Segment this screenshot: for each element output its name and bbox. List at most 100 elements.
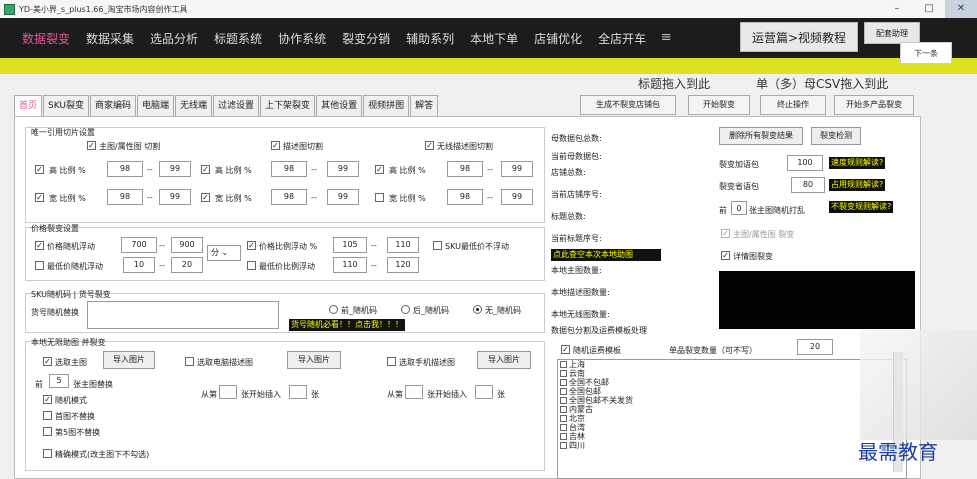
list-item[interactable]: 内蒙古 — [558, 405, 906, 414]
sku-code-input[interactable] — [87, 301, 279, 329]
nav-item-collab-system[interactable]: 协作系统 — [270, 30, 334, 47]
gen-shop-package-button[interactable]: 生成不裂变店铺包 — [580, 95, 676, 115]
list-item[interactable]: 台湾 — [558, 423, 906, 432]
main-high-high-input[interactable]: 99 — [159, 161, 191, 177]
import-pc-desc-button[interactable]: 导入图片 — [287, 351, 341, 369]
sku-code-warning-link[interactable]: 货号随机必看！！点击我！！！ — [289, 319, 405, 331]
tab-wireless[interactable]: 无线端 — [175, 95, 213, 117]
stop-button[interactable]: 终止操作 — [760, 95, 826, 115]
min-price-random-max-input[interactable]: 20 — [171, 257, 203, 273]
start-split-button[interactable]: 开始裂变 — [688, 95, 750, 115]
opt-none-radio[interactable] — [473, 305, 482, 314]
first-no-replace-checkbox[interactable] — [43, 411, 52, 420]
csv-drop-hint[interactable]: 单（多）母CSV拖入到此 — [756, 75, 888, 92]
tab-other-settings[interactable]: 其他设置 — [316, 95, 363, 117]
nav-item-local-order[interactable]: 本地下单 — [462, 30, 526, 47]
pc-from-input[interactable] — [219, 385, 237, 399]
view-local-images-link[interactable]: 点此查空本次本地助图 — [551, 249, 661, 261]
pick-pc-desc-checkbox[interactable] — [185, 357, 194, 366]
nosplit-rule-link[interactable]: 不裂变规则解读? — [829, 201, 894, 213]
mobile-insert-count-input[interactable] — [475, 385, 493, 399]
min-price-random-min-input[interactable]: 10 — [123, 257, 155, 273]
wireless-cut-checkbox[interactable]: ✓ — [425, 141, 434, 150]
breadcrumb[interactable]: 运营篇>视频教程 — [740, 22, 858, 52]
tab-video-collage[interactable]: 视频拼图 — [363, 95, 410, 117]
main-wide-high-input[interactable]: 99 — [159, 189, 191, 205]
add-pkg-input[interactable]: 100 — [787, 155, 823, 171]
pick-mobile-desc-checkbox[interactable] — [387, 357, 396, 366]
help-button[interactable]: 配套助理 — [864, 22, 920, 44]
next-button[interactable]: 下一条 — [900, 42, 952, 64]
single-split-count-input[interactable]: 20 — [797, 339, 833, 355]
nav-item-aux-series[interactable]: 辅助系列 — [398, 30, 462, 47]
wireless-wide-checkbox[interactable] — [375, 193, 384, 202]
min-price-ratio-max-input[interactable]: 120 — [387, 257, 419, 273]
desc-wide-checkbox[interactable]: ✓ — [201, 193, 210, 202]
opt-back-radio[interactable] — [401, 305, 410, 314]
wireless-wide-low-input[interactable]: 98 — [447, 189, 483, 205]
list-item[interactable]: 上海 — [558, 360, 906, 369]
wireless-wide-high-input[interactable]: 99 — [501, 189, 533, 205]
pick-main-checkbox[interactable]: ✓ — [43, 357, 52, 366]
list-item[interactable]: 全国包邮不关发货 — [558, 396, 906, 405]
main-cut-checkbox[interactable]: ✓ — [87, 141, 96, 150]
close-button[interactable]: ✕ — [945, 0, 977, 18]
region-checkbox[interactable] — [560, 361, 567, 368]
main-high-low-input[interactable]: 98 — [107, 161, 143, 177]
list-item[interactable]: 北京 — [558, 414, 906, 423]
region-checkbox[interactable] — [560, 370, 567, 377]
import-mobile-desc-button[interactable]: 导入图片 — [477, 351, 531, 369]
front-random-input[interactable]: 0 — [731, 201, 747, 215]
tab-pc[interactable]: 电脑端 — [137, 95, 175, 117]
precise-mode-checkbox[interactable] — [43, 449, 52, 458]
price-random-checkbox[interactable]: ✓ — [35, 241, 44, 250]
region-list[interactable]: 上海 云南 全国不包邮 全国包邮 全国包邮不关发货 内蒙古 北京 台湾 吉林 四… — [557, 359, 907, 479]
tab-shelf-split[interactable]: 上下架裂变 — [260, 95, 316, 117]
desc-wide-high-input[interactable]: 99 — [327, 189, 359, 205]
random-template-checkbox[interactable]: ✓ — [561, 345, 570, 354]
main-wide-checkbox[interactable]: ✓ — [35, 193, 44, 202]
nav-item-shop-launch[interactable]: 全店开车 — [590, 30, 654, 47]
main-wide-low-input[interactable]: 98 — [107, 189, 143, 205]
main-high-checkbox[interactable]: ✓ — [35, 165, 44, 174]
price-random-max-input[interactable]: 900 — [171, 237, 203, 253]
price-ratio-max-input[interactable]: 110 — [387, 237, 419, 253]
delete-results-button[interactable]: 删除所有裂变结果 — [719, 127, 803, 145]
region-checkbox[interactable] — [560, 388, 567, 395]
list-item[interactable]: 四川 — [558, 441, 906, 450]
desc-high-checkbox[interactable]: ✓ — [201, 165, 210, 174]
min-price-ratio-min-input[interactable]: 110 — [333, 257, 367, 273]
title-drop-hint[interactable]: 标题拖入到此 — [638, 75, 710, 92]
price-random-min-input[interactable]: 700 — [121, 237, 157, 253]
desc-cut-checkbox[interactable]: ✓ — [271, 141, 280, 150]
nav-item-title-system[interactable]: 标题系统 — [206, 30, 270, 47]
list-item[interactable]: 云南 — [558, 369, 906, 378]
region-checkbox[interactable] — [560, 406, 567, 413]
import-main-button[interactable]: 导入图片 — [103, 351, 155, 369]
tab-filter[interactable]: 过滤设置 — [213, 95, 260, 117]
nav-item-split-distribution[interactable]: 裂变分销 — [334, 30, 398, 47]
split-pkg-input[interactable]: 80 — [791, 177, 825, 193]
sku-min-nofloat-checkbox[interactable] — [433, 241, 442, 250]
list-item[interactable]: 全国包邮 — [558, 387, 906, 396]
nav-item-shop-optimize[interactable]: 店铺优化 — [526, 30, 590, 47]
price-unit-select[interactable]: 分 ⌄ — [207, 245, 241, 261]
random-mode-checkbox[interactable]: ✓ — [43, 395, 52, 404]
desc-high-low-input[interactable]: 98 — [271, 161, 307, 177]
list-item[interactable]: 全国不包邮 — [558, 378, 906, 387]
tab-answers[interactable]: 解答 — [410, 95, 439, 117]
tab-sku-split[interactable]: SKU裂变 — [43, 95, 89, 117]
desc-wide-low-input[interactable]: 98 — [271, 189, 307, 205]
tab-merchant-code[interactable]: 商家编码 — [89, 95, 136, 117]
minimize-button[interactable]: – — [881, 0, 913, 18]
wireless-high-high-input[interactable]: 99 — [501, 161, 533, 177]
fifth-no-replace-checkbox[interactable] — [43, 427, 52, 436]
main-attr-split-checkbox[interactable]: ✓ — [721, 229, 730, 238]
wireless-high-low-input[interactable]: 98 — [447, 161, 483, 177]
detail-split-checkbox[interactable]: ✓ — [721, 251, 730, 260]
min-price-random-checkbox[interactable] — [35, 261, 44, 270]
mobile-from-input[interactable] — [405, 385, 423, 399]
menu-icon[interactable]: ≡ — [656, 28, 676, 48]
price-ratio-checkbox[interactable]: ✓ — [247, 241, 256, 250]
maximize-button[interactable]: □ — [913, 0, 945, 18]
